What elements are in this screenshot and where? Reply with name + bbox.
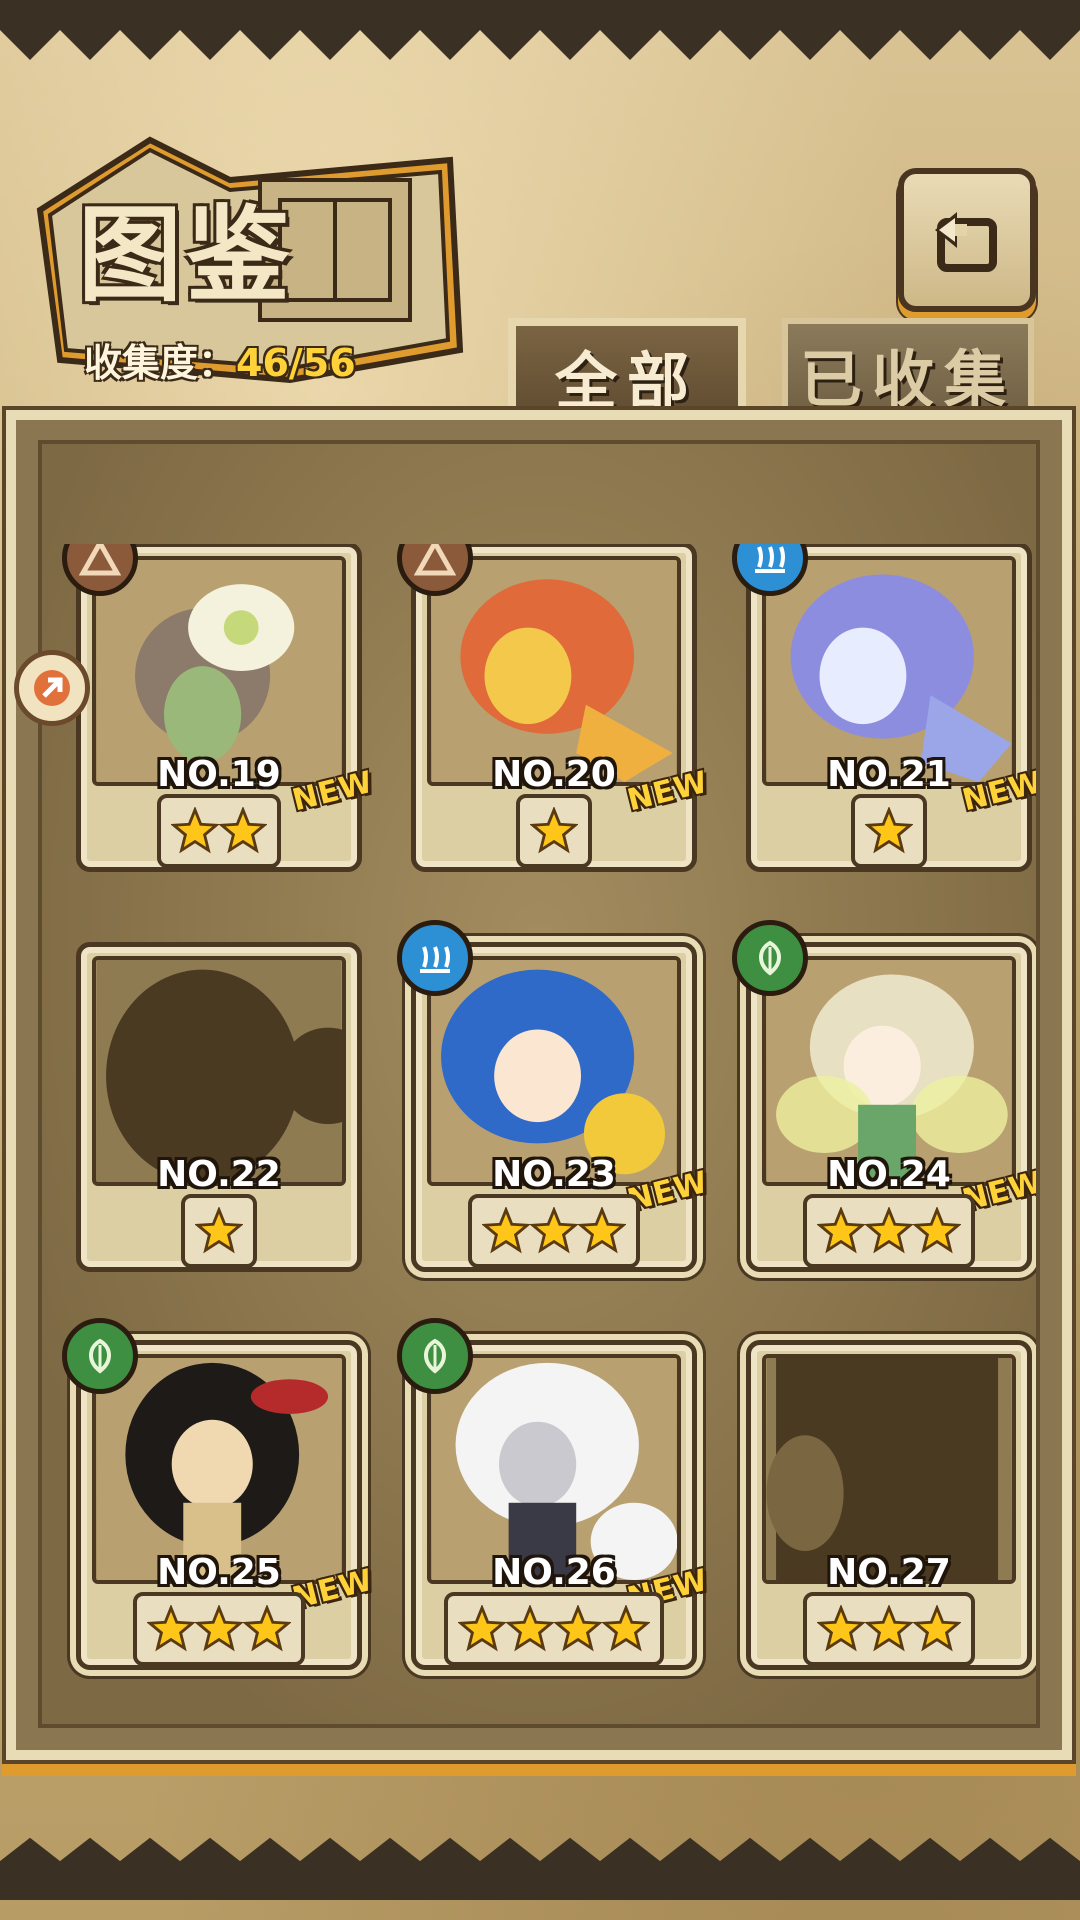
card-no-27[interactable]: NO.27 bbox=[746, 1340, 1032, 1670]
rarity-stars bbox=[746, 1194, 1032, 1268]
leaf-icon bbox=[397, 1318, 473, 1394]
leaf-icon bbox=[732, 920, 808, 996]
star-icon bbox=[530, 1207, 578, 1254]
back-button[interactable] bbox=[898, 168, 1036, 312]
card-grid[interactable]: NO.19 NEW NO.20 NEW NO.21 NEW NO.22 NO.2… bbox=[42, 544, 1036, 1694]
character-portrait bbox=[762, 956, 1016, 1186]
tab-collected[interactable]: 已收集 bbox=[782, 318, 1034, 424]
collection-progress: 收集度：46/56 bbox=[84, 332, 356, 387]
star-icon bbox=[865, 1207, 913, 1254]
leaf-icon bbox=[62, 1318, 138, 1394]
card-no-24[interactable]: NO.24 NEW bbox=[732, 920, 1036, 1272]
star-icon bbox=[458, 1605, 506, 1652]
collection-label: 收集度： bbox=[84, 341, 237, 385]
rarity-stars bbox=[746, 794, 1032, 868]
card-no-21[interactable]: NO.21 NEW bbox=[732, 544, 1036, 872]
star-icon bbox=[171, 807, 219, 854]
character-portrait bbox=[762, 556, 1016, 786]
star-plate bbox=[516, 794, 592, 868]
top-border bbox=[0, 0, 1080, 60]
star-icon bbox=[195, 1605, 243, 1652]
star-plate bbox=[803, 1194, 975, 1268]
character-silhouette bbox=[762, 1354, 1016, 1584]
star-icon bbox=[913, 1207, 961, 1254]
star-plate bbox=[181, 1194, 257, 1268]
page-title: 图鉴 bbox=[78, 194, 295, 316]
star-icon bbox=[817, 1207, 865, 1254]
star-icon bbox=[243, 1605, 291, 1652]
star-icon bbox=[817, 1605, 865, 1652]
card-no-19[interactable]: NO.19 NEW bbox=[62, 544, 377, 872]
tab-collected-label: 已收集 bbox=[799, 343, 1016, 416]
card-no-22[interactable]: NO.22 bbox=[76, 942, 362, 1272]
rarity-stars bbox=[76, 1592, 362, 1666]
star-plate bbox=[133, 1592, 305, 1666]
rarity-stars bbox=[76, 1194, 362, 1268]
star-icon bbox=[865, 807, 913, 854]
character-portrait bbox=[92, 556, 346, 786]
star-plate bbox=[851, 794, 927, 868]
star-icon bbox=[506, 1605, 554, 1652]
star-plate bbox=[803, 1592, 975, 1666]
character-portrait bbox=[427, 956, 681, 1186]
panel-inner: NO.19 NEW NO.20 NEW NO.21 NEW NO.22 NO.2… bbox=[38, 440, 1040, 1728]
character-portrait bbox=[92, 1354, 346, 1584]
card-no-25[interactable]: NO.25 NEW bbox=[62, 1318, 377, 1670]
character-portrait bbox=[427, 556, 681, 786]
card-no-26[interactable]: NO.26 NEW bbox=[397, 1318, 712, 1670]
star-icon bbox=[219, 807, 267, 854]
star-icon bbox=[482, 1207, 530, 1254]
rarity-stars bbox=[746, 1592, 1032, 1666]
card-number: NO.22 bbox=[157, 1154, 281, 1195]
star-plate bbox=[468, 1194, 640, 1268]
side-scroll-tab[interactable] bbox=[14, 650, 90, 726]
star-icon bbox=[578, 1207, 626, 1254]
collection-value: 46/56 bbox=[236, 341, 356, 385]
star-plate bbox=[444, 1592, 664, 1666]
rarity-stars bbox=[76, 794, 362, 868]
star-icon bbox=[865, 1605, 913, 1652]
card-number: NO.27 bbox=[827, 1552, 951, 1593]
star-icon bbox=[554, 1605, 602, 1652]
star-icon bbox=[147, 1605, 195, 1652]
character-silhouette bbox=[92, 956, 346, 1186]
arrow-icon bbox=[34, 670, 70, 706]
star-plate bbox=[157, 794, 281, 868]
star-icon bbox=[530, 807, 578, 854]
card-no-23[interactable]: NO.23 NEW bbox=[397, 920, 712, 1272]
rarity-stars bbox=[411, 794, 697, 868]
tab-all-label: 全部 bbox=[554, 345, 699, 418]
bottom-border bbox=[0, 1837, 1080, 1900]
return-icon bbox=[935, 212, 997, 272]
star-icon bbox=[602, 1605, 650, 1652]
card-no-20[interactable]: NO.20 NEW bbox=[397, 544, 712, 872]
collection-panel: NO.19 NEW NO.20 NEW NO.21 NEW NO.22 NO.2… bbox=[6, 410, 1072, 1760]
star-icon bbox=[913, 1605, 961, 1652]
character-portrait bbox=[427, 1354, 681, 1584]
rarity-stars bbox=[411, 1194, 697, 1268]
water-icon bbox=[397, 920, 473, 996]
star-icon bbox=[195, 1207, 243, 1254]
rarity-stars bbox=[411, 1592, 697, 1666]
